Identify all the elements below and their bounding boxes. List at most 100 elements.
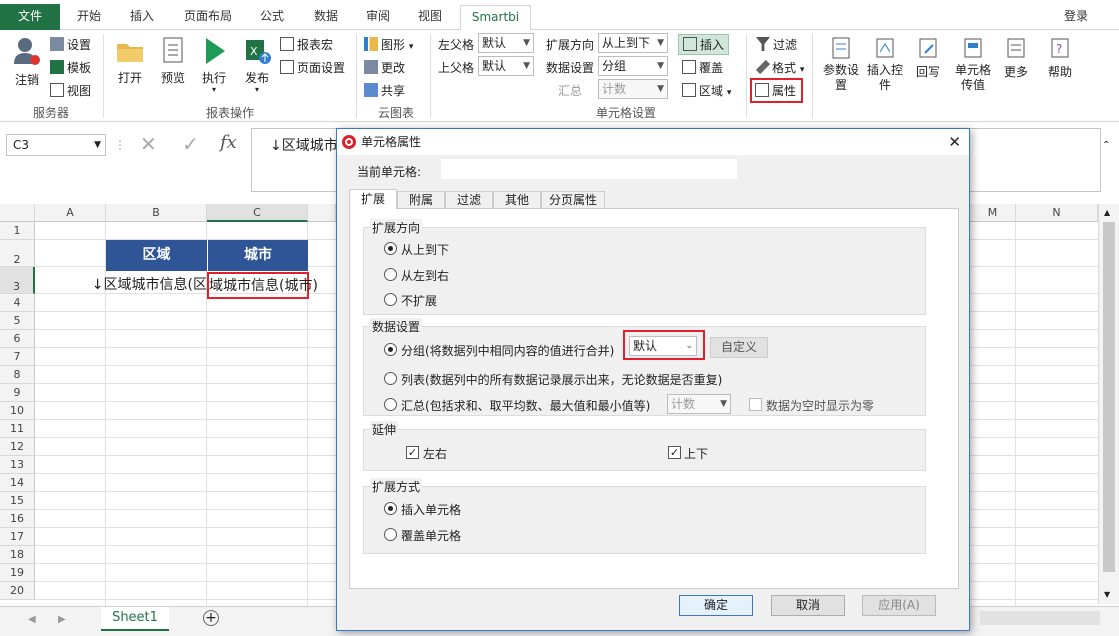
tab-attach[interactable]: 附属	[397, 191, 445, 209]
row-header-8[interactable]: 8	[0, 366, 35, 384]
update-button[interactable]: 更改	[364, 59, 405, 76]
sheet-tab-sheet1[interactable]: Sheet1	[101, 607, 169, 631]
vertical-scrollbar[interactable]: ▲ ▼	[1098, 204, 1119, 604]
radio-insert-cell[interactable]	[384, 502, 397, 515]
row-header-12[interactable]: 12	[0, 438, 35, 456]
radio-list[interactable]	[384, 372, 397, 385]
col-header-c[interactable]: C	[207, 204, 308, 222]
col-header-n[interactable]: N	[1016, 204, 1098, 222]
filter-button[interactable]: 过滤	[756, 36, 797, 53]
checkbox-up-down[interactable]: ✓	[668, 446, 681, 459]
row-header-19[interactable]: 19	[0, 564, 35, 582]
row-header-4[interactable]: 4	[0, 294, 35, 312]
more-button[interactable]: 更多	[998, 36, 1034, 80]
param-settings-button[interactable]: 参数设置	[820, 36, 862, 93]
select-all-corner[interactable]	[0, 204, 35, 222]
property-button[interactable]: 属性	[750, 78, 803, 103]
checkbox-left-right[interactable]: ✓	[406, 446, 419, 459]
col-header-b[interactable]: B	[106, 204, 207, 222]
cell-b3[interactable]: ↓区域城市信息(区	[86, 272, 207, 299]
cell-c3[interactable]: 域城市信息(城市)	[207, 272, 318, 299]
open-button[interactable]: 打开	[112, 36, 148, 86]
tab-page-layout[interactable]: 页面布局	[172, 5, 244, 30]
row-header-5[interactable]: 5	[0, 312, 35, 330]
apply-button[interactable]: 应用(A)	[862, 595, 936, 616]
tab-page-property[interactable]: 分页属性	[541, 191, 605, 209]
group-select[interactable]: 默认 ⌄	[629, 336, 697, 356]
add-sheet-icon[interactable]: +	[203, 610, 219, 626]
data-settings-select[interactable]: 分组 ▼	[598, 56, 668, 76]
cancel-icon[interactable]: ✕	[140, 132, 157, 156]
function-icon[interactable]: fx	[220, 132, 237, 153]
row-header-20[interactable]: 20	[0, 582, 35, 600]
help-button[interactable]: ? 帮助	[1042, 36, 1078, 80]
custom-button[interactable]: 自定义	[710, 337, 768, 358]
row-header-7[interactable]: 7	[0, 348, 35, 366]
cell-c2[interactable]: 城市	[207, 240, 308, 271]
row-header-11[interactable]: 11	[0, 420, 35, 438]
close-icon[interactable]: ✕	[948, 129, 961, 155]
col-header-m[interactable]: M	[970, 204, 1016, 222]
row-header-13[interactable]: 13	[0, 456, 35, 474]
tab-expand[interactable]: 扩展	[349, 189, 397, 209]
tab-smartbi[interactable]: Smartbi	[460, 5, 531, 31]
row-header-6[interactable]: 6	[0, 330, 35, 348]
row-header-15[interactable]: 15	[0, 492, 35, 510]
next-sheet-icon[interactable]: ▶	[58, 614, 66, 625]
confirm-icon[interactable]: ✓	[182, 132, 199, 156]
row-header-16[interactable]: 16	[0, 510, 35, 528]
report-macro-button[interactable]: 报表宏	[280, 36, 333, 53]
insert-mode-button[interactable]: 插入	[678, 34, 730, 55]
cover-mode-button[interactable]: 覆盖	[682, 59, 723, 76]
radio-left-to-right[interactable]	[384, 268, 397, 281]
settings-button[interactable]: 设置	[50, 36, 91, 53]
row-header-9[interactable]: 9	[0, 384, 35, 402]
scroll-up-icon[interactable]: ▲	[1104, 208, 1110, 217]
run-button[interactable]: 执行 ▾	[196, 36, 232, 94]
logout-button[interactable]: 注销	[10, 36, 44, 88]
row-header-3[interactable]: 3	[0, 267, 35, 294]
radio-summary[interactable]	[384, 398, 397, 411]
preview-button[interactable]: 预览	[155, 36, 191, 86]
scroll-thumb[interactable]	[1103, 222, 1115, 572]
horizontal-scrollbar[interactable]	[980, 611, 1100, 625]
tab-other[interactable]: 其他	[493, 191, 541, 209]
row-header-17[interactable]: 17	[0, 528, 35, 546]
login-link[interactable]: 登录	[1056, 5, 1096, 30]
prev-sheet-icon[interactable]: ◀	[28, 614, 36, 625]
tab-view[interactable]: 视图	[408, 5, 452, 30]
name-box[interactable]: C3 ▼	[6, 134, 106, 156]
cell-b2[interactable]: 区域	[106, 240, 207, 271]
view-button[interactable]: 视图	[50, 82, 91, 99]
collapse-icon[interactable]: ⌃	[1102, 140, 1110, 151]
format-button[interactable]: 格式 ▾	[755, 59, 804, 76]
page-setup-button[interactable]: 页面设置	[280, 59, 345, 76]
col-header-a[interactable]: A	[35, 204, 106, 222]
share-button[interactable]: 共享	[364, 82, 405, 99]
scroll-down-icon[interactable]: ▼	[1104, 590, 1110, 599]
row-header-10[interactable]: 10	[0, 402, 35, 420]
radio-group[interactable]	[384, 343, 397, 356]
col-header-d[interactable]	[308, 204, 336, 222]
template-button[interactable]: 模板	[50, 59, 91, 76]
radio-top-to-bottom[interactable]	[384, 242, 397, 255]
tab-formula[interactable]: 公式	[250, 5, 294, 30]
ok-button[interactable]: 确定	[679, 595, 753, 616]
row-header-1[interactable]: 1	[0, 222, 35, 240]
write-back-button[interactable]: 回写	[910, 36, 946, 80]
tab-home[interactable]: 开始	[66, 5, 112, 30]
tab-data[interactable]: 数据	[304, 5, 348, 30]
left-parent-select[interactable]: 默认 ▼	[478, 33, 534, 53]
insert-control-button[interactable]: 插入控件	[864, 36, 906, 93]
chart-button[interactable]: 图形 ▾	[364, 36, 413, 53]
row-header-2[interactable]: 2	[0, 240, 35, 267]
cancel-button[interactable]: 取消	[771, 595, 845, 616]
tab-file[interactable]: 文件	[0, 4, 60, 30]
expand-dir-select[interactable]: 从上到下 ▼	[598, 33, 668, 53]
cell-pass-button[interactable]: 单元格传值	[950, 36, 996, 93]
tab-review[interactable]: 审阅	[356, 5, 400, 30]
radio-cover-cell[interactable]	[384, 528, 397, 541]
row-header-18[interactable]: 18	[0, 546, 35, 564]
area-button[interactable]: 区域 ▾	[682, 82, 731, 99]
radio-no-expand[interactable]	[384, 293, 397, 306]
